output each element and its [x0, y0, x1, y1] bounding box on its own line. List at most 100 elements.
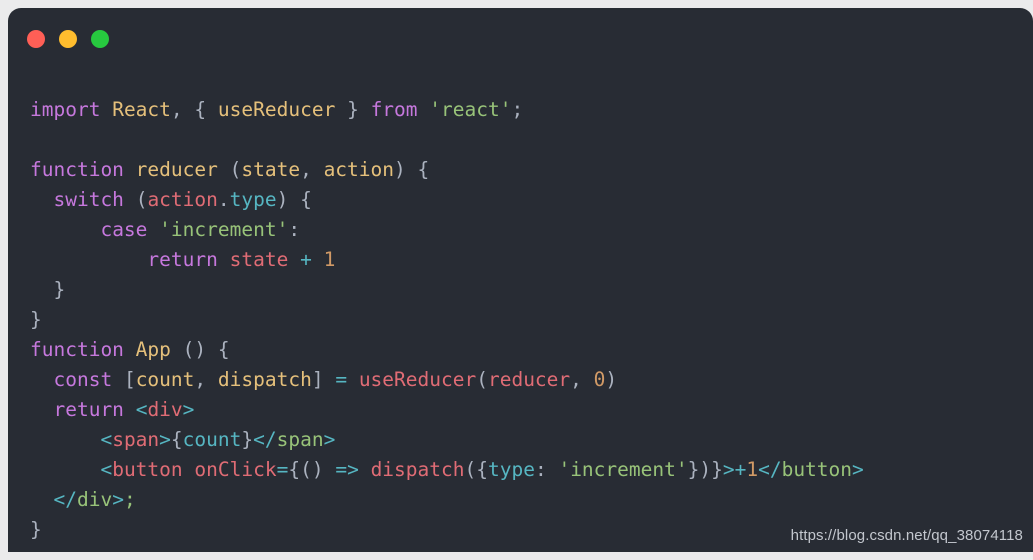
close-button[interactable] [27, 30, 45, 48]
token-object-key-type: type [487, 458, 535, 481]
token-operator-assign: = [276, 458, 289, 481]
token-keyword-return: return [53, 398, 124, 421]
token-semicolon: ; [511, 98, 524, 121]
token-keyword-case: case [100, 218, 148, 241]
token-jsx-close-open: </ [758, 458, 782, 481]
window-titlebar [8, 8, 1033, 70]
token-brace-open: { [417, 158, 430, 181]
token-variable-dispatch: dispatch [217, 368, 312, 391]
code-editor-card: import React, { useReducer } from 'react… [8, 8, 1033, 552]
token-operator-assign: = [335, 368, 348, 391]
token-jsx-attr-onclick: onClick [194, 458, 277, 481]
token-string-module: 'react' [429, 98, 512, 121]
token-colon: : [288, 218, 301, 241]
token-comma: , [570, 368, 582, 391]
token-variable-count: count [135, 368, 195, 391]
code-line: <button onClick={() => dispatch({type: '… [30, 458, 864, 481]
token-keyword-function: function [30, 158, 124, 181]
code-content-area[interactable]: import React, { useReducer } from 'react… [8, 70, 1033, 552]
code-line: switch (action.type) { [30, 188, 312, 211]
token-jsx-expression-count: count [182, 428, 242, 451]
code-snippet-page: import React, { useReducer } from 'react… [0, 0, 1033, 560]
code-line: } [30, 308, 42, 331]
token-function-name-reducer: reducer [135, 158, 218, 181]
token-function-name-app: App [135, 338, 171, 361]
token-jsx-angle-open: < [100, 428, 113, 451]
token-paren-open: ( [476, 368, 488, 391]
token-string-increment: 'increment' [558, 458, 688, 481]
token-paren-close: ) [276, 188, 289, 211]
token-jsx-angle-close: > [852, 458, 864, 481]
token-brace-open: { [170, 428, 183, 451]
token-jsx-tag-button: button [112, 458, 183, 481]
token-jsx-closetag-span: span [276, 428, 324, 451]
token-jsx-angle-close: > [722, 458, 735, 481]
token-operator-plus: + [300, 248, 312, 271]
code-line: import React, { useReducer } from 'react… [30, 98, 523, 121]
token-keyword-function: function [30, 338, 124, 361]
code-line: function App () { [30, 338, 230, 361]
token-brace-open: { [288, 458, 301, 481]
code-line: return <div> [30, 398, 194, 421]
token-parens-empty: () [182, 338, 207, 361]
token-jsx-tag-div: div [147, 398, 183, 421]
token-jsx-closetag-button: button [781, 458, 853, 481]
token-number-one: 1 [746, 458, 759, 481]
token-param-state: state [241, 158, 301, 181]
token-jsx-angle-close: > [323, 428, 336, 451]
token-brace-open: { [194, 98, 207, 121]
token-jsx-closetag-div: div [76, 488, 113, 511]
token-brace-close: } [30, 308, 42, 331]
token-jsx-close-open: </ [253, 428, 277, 451]
token-number-one: 1 [323, 248, 336, 271]
token-argument-reducer: reducer [487, 368, 571, 391]
code-line: case 'increment': [30, 218, 300, 241]
token-paren-open: ( [229, 158, 242, 181]
token-keyword-import: import [30, 98, 101, 121]
token-identifier-usereducer: useReducer [217, 98, 336, 121]
token-brace-close: } [53, 278, 66, 301]
token-paren-open: ( [135, 188, 148, 211]
token-brace-open: { [217, 338, 230, 361]
token-operator-arrow: => [335, 458, 359, 481]
token-keyword-from: from [370, 98, 418, 121]
token-brace-open: { [300, 188, 312, 211]
token-object-open: { [476, 458, 488, 481]
token-keyword-switch: switch [53, 188, 124, 211]
token-operator-plus: + [734, 458, 747, 481]
token-property-type: type [229, 188, 277, 211]
code-block[interactable]: import React, { useReducer } from 'react… [30, 95, 1033, 545]
token-object-close: } [687, 458, 700, 481]
token-jsx-angle-open: < [135, 398, 148, 421]
token-dot: . [217, 188, 230, 211]
token-object-action: action [147, 188, 218, 211]
token-jsx-close-open: </ [53, 488, 77, 511]
code-line: </div>; [30, 488, 136, 511]
token-jsx-angle-open: < [100, 458, 113, 481]
code-line: <span>{count}</span> [30, 428, 335, 451]
minimize-button[interactable] [59, 30, 77, 48]
token-keyword-return: return [147, 248, 218, 271]
token-parens-empty: () [300, 458, 324, 481]
code-line: return state + 1 [30, 248, 335, 271]
token-brace-close: } [347, 98, 359, 121]
token-jsx-angle-close: > [159, 428, 171, 451]
token-param-action: action [323, 158, 395, 181]
code-line: const [count, dispatch] = useReducer(red… [30, 368, 617, 391]
token-paren-close: ) [605, 368, 618, 391]
token-jsx-tag-span: span [112, 428, 160, 451]
token-brace-close: } [30, 518, 42, 541]
token-paren-close: ) [699, 458, 712, 481]
token-comma: , [300, 158, 312, 181]
token-identifier-state: state [229, 248, 289, 271]
token-paren-open: ( [464, 458, 477, 481]
code-line: } [30, 278, 65, 301]
code-line: } [30, 518, 42, 541]
token-paren-close: ) [394, 158, 406, 181]
token-call-dispatch: dispatch [370, 458, 465, 481]
code-line: function reducer (state, action) { [30, 158, 429, 181]
maximize-button[interactable] [91, 30, 109, 48]
token-string-increment: 'increment' [159, 218, 289, 241]
token-comma: , [170, 98, 183, 121]
token-semicolon: ; [123, 488, 136, 511]
